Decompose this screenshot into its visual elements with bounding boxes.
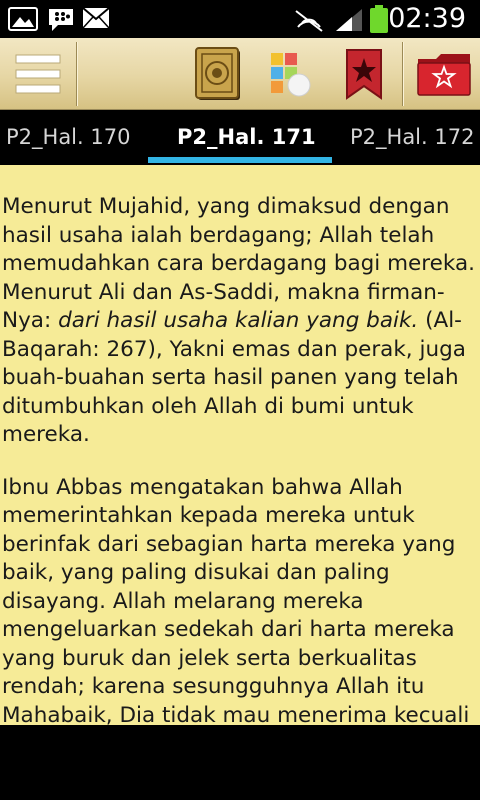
text-line: berinfak dari sebagian harta mereka yang: [2, 531, 456, 557]
paragraph: Ibnu Abbas mengatakan bahwa Allah memeri…: [2, 474, 480, 726]
no-signal-icon: [292, 7, 326, 37]
text-line: Menurut Mujahid, yang dimaksud dengan: [2, 194, 450, 219]
text-line: Menurut Ali dan As-Saddi, makna firman-: [2, 279, 445, 305]
text-line: buah-buahan serta hasil panen yang telah: [2, 365, 459, 390]
text-span: Nya:: [2, 308, 59, 333]
text-line: memudahkan cara berdagang bagi mereka.: [2, 251, 475, 276]
verse-quote: dari hasil usaha kalian yang baik.: [58, 308, 419, 333]
status-time: 02:39: [388, 3, 466, 34]
text-line: mereka.: [2, 422, 90, 447]
signal-icon: [334, 7, 364, 37]
gallery-icon: [8, 7, 38, 35]
text-span: (Al-: [418, 308, 462, 333]
text-line: Ibnu Abbas mengatakan bahwa Allah: [2, 474, 403, 500]
paragraph: Menurut Mujahid, yang dimaksud dengan ha…: [2, 193, 480, 450]
tab-next-page[interactable]: P2_Hal. 172: [350, 110, 474, 165]
text-line: Baqarah: 267), Yakni emas dan perak, jug…: [2, 336, 466, 362]
bookmarks-folder-icon: [417, 54, 471, 96]
text-line: yang buruk dan jelek serta berkualitas: [2, 645, 417, 671]
status-bar: 02:39: [0, 0, 480, 38]
battery-icon: [370, 5, 388, 37]
tab-previous-page[interactable]: P2_Hal. 170: [6, 110, 130, 165]
text-line: mengeluarkan sedekah dari harta mereka: [2, 617, 455, 642]
action-bar-divider: [402, 42, 404, 106]
text-line: Mahabaik, Dia tidak mau menerima kecuali: [2, 702, 470, 726]
menu-button[interactable]: [0, 38, 76, 110]
text-line: baik, yang paling disukai dan paling: [2, 560, 390, 585]
email-icon: [82, 7, 110, 33]
text-line: rendah; karena sesungguhnya Allah itu: [2, 674, 425, 699]
bookmark-icon: [346, 49, 382, 100]
quran-button[interactable]: [188, 38, 248, 110]
action-bar-divider: [76, 42, 78, 106]
menu-icon: [15, 54, 61, 94]
text-line: Nya: dari hasil usaha kalian yang baik. …: [2, 307, 480, 336]
bookmark-button[interactable]: [334, 38, 394, 110]
color-palette-icon: [271, 53, 311, 97]
bbm-icon: [46, 7, 76, 37]
color-theme-button[interactable]: [258, 38, 322, 110]
text-line: ditumbuhkan oleh Allah di bumi untuk: [2, 393, 414, 419]
quran-book-icon: [195, 47, 240, 100]
tafsir-content[interactable]: Menurut Mujahid, yang dimaksud dengan ha…: [0, 165, 480, 725]
text-line: hasil usaha ialah berdagang; Allah telah: [2, 222, 435, 248]
text-line: memerintahkan kepada mereka untuk: [2, 503, 415, 528]
action-bar: [0, 38, 480, 110]
bookmarks-folder-button[interactable]: [412, 38, 476, 110]
text-line: disayang. Allah melarang mereka: [2, 588, 364, 614]
bottom-black-area: [0, 725, 480, 800]
tab-indicator: [148, 157, 332, 163]
